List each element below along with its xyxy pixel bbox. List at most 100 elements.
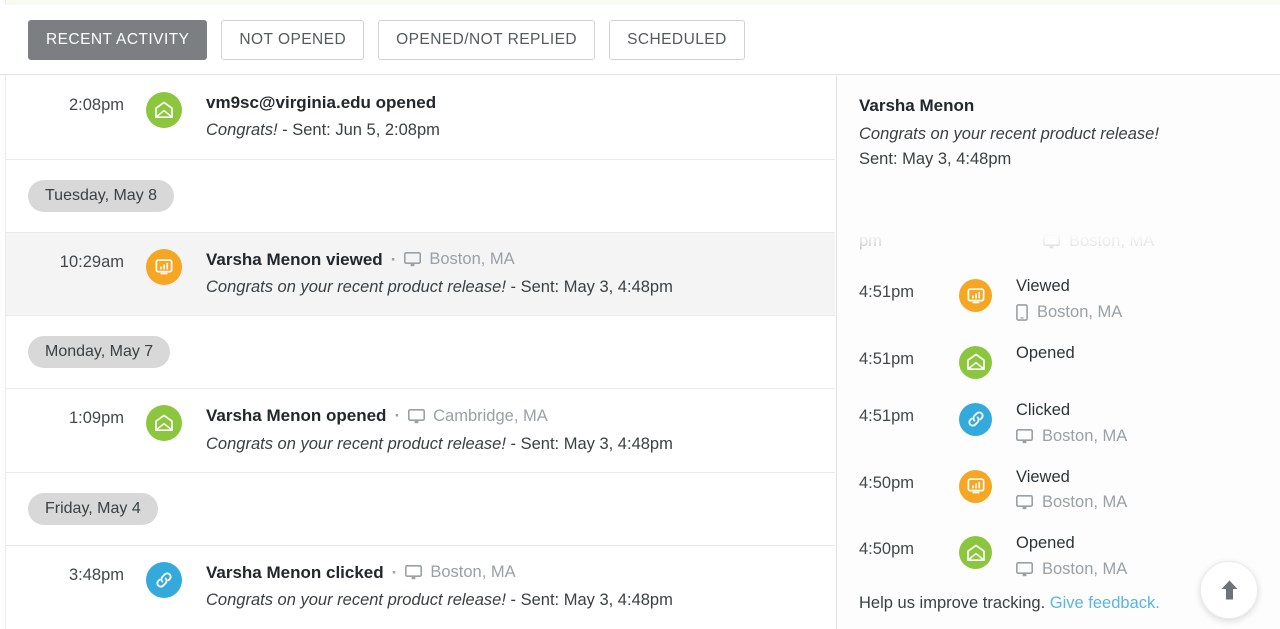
activity-row-time: 3:48pm — [68, 566, 124, 585]
detail-event-body: Clicked Boston, MA — [1016, 401, 1127, 446]
activity-row-body: vm9sc@virginia.edu opened Congrats! - Sen… — [206, 92, 440, 142]
activity-row-subtitle: Congrats on your recent product release!… — [206, 590, 673, 611]
filter-toolbar: RECENT ACTIVITY NOT OPENED OPENED/NOT REPL… — [0, 5, 1280, 75]
activity-email-subject: Congrats on your recent product release! — [206, 591, 506, 610]
detail-event-time: 4:50pm — [859, 473, 915, 492]
activity-row-body: Varsha Menon viewed · Boston, MA Congrats o… — [206, 249, 673, 299]
tracking-activity-app: RECENT ACTIVITY NOT OPENED OPENED/NOT REPL… — [0, 0, 1280, 629]
detail-contact-name: Varsha Menon — [859, 96, 975, 115]
activity-location-text: Boston, MA — [429, 250, 515, 268]
desktop-icon — [404, 251, 422, 267]
feedback-footer: Help us improve tracking. Give feedback. — [859, 594, 1160, 613]
viewed-monitor-icon — [966, 477, 986, 495]
activity-row[interactable]: 10:29am Varsha Menon viewed · Boston, MA Con… — [6, 232, 835, 317]
detail-event-location: Boston, MA — [1016, 560, 1127, 579]
date-chip: Friday, May 4 — [28, 493, 158, 526]
activity-row-title: vm9sc@virginia.edu opened — [206, 92, 440, 113]
filter-button-scheduled[interactable]: SCHEDULED — [609, 19, 745, 60]
activity-type-badge — [146, 562, 182, 599]
detail-event-label: Opened — [1016, 534, 1075, 553]
detail-event-time: 4:51pm — [859, 406, 915, 425]
activity-row-title: Varsha Menon viewed · Boston, MA — [206, 249, 673, 270]
detail-panel: pm Boston, MA Varsha Menon Congrats on y… — [836, 76, 1280, 629]
activity-sent-timestamp: - Sent: May 3, 4:48pm — [510, 591, 673, 610]
detail-event-body: Opened — [1016, 344, 1075, 364]
date-separator: Monday, May 7 — [6, 316, 835, 390]
detail-event-row[interactable]: 4:51pm Opened — [837, 333, 1280, 390]
activity-type-badge — [146, 405, 182, 442]
activity-location: Boston, MA — [404, 249, 515, 270]
detail-event-location-text: Boston, MA — [1042, 560, 1128, 579]
opened-envelope-icon — [154, 414, 174, 432]
activity-actor: Varsha Menon — [206, 406, 322, 426]
desktop-icon — [1016, 562, 1033, 577]
detail-header: Varsha Menon Congrats on your recent pro… — [837, 76, 1280, 179]
activity-row-body: Varsha Menon opened · Cambridge, MA Congrat… — [206, 405, 673, 455]
detail-peek-fade-mask — [837, 226, 1280, 248]
activity-actor: Varsha Menon — [206, 563, 322, 583]
activity-action: opened — [375, 93, 437, 112]
detail-event-body: Opened Boston, MA — [1016, 534, 1127, 579]
detail-event-badge — [959, 345, 992, 379]
filter-button-not-opened[interactable]: NOT OPENED — [221, 19, 365, 60]
filter-button-recent-activity[interactable]: RECENT ACTIVITY — [28, 19, 208, 60]
feedback-text: Help us improve tracking. — [859, 594, 1046, 612]
activity-row[interactable]: 1:09pm Varsha Menon opened · Cambridge, MA C… — [6, 389, 835, 474]
activity-sent-timestamp: - Sent: Jun 5, 2:08pm — [282, 121, 440, 140]
scroll-to-top-button[interactable] — [1200, 561, 1258, 619]
detail-event-badge — [959, 279, 992, 312]
activity-action: viewed — [326, 249, 383, 269]
activity-actor: Varsha Menon — [206, 249, 322, 269]
activity-row-time: 10:29am — [59, 252, 124, 271]
activity-feed[interactable]: 2:08pm vm9sc@virginia.edu opened Congrats!… — [6, 76, 835, 629]
detail-event-label: Opened — [1016, 343, 1075, 362]
detail-event-label: Clicked — [1016, 400, 1071, 419]
date-chip: Monday, May 7 — [28, 336, 171, 369]
detail-event-row[interactable]: 4:50pm Viewed Boston, MA — [837, 457, 1280, 524]
detail-event-location-text: Boston, MA — [1042, 426, 1128, 445]
detail-event-location: Boston, MA — [1016, 493, 1127, 512]
activity-row-time: 1:09pm — [68, 409, 124, 428]
detail-event-row[interactable]: 4:51pm Clicked Boston, MA — [837, 390, 1280, 457]
activity-sent-timestamp: - Sent: May 3, 4:48pm — [510, 434, 673, 453]
activity-location: Boston, MA — [405, 562, 516, 583]
detail-event-location-text: Boston, MA — [1037, 302, 1123, 321]
desktop-icon — [405, 565, 423, 580]
activity-email-subject: Congrats on your recent product release! — [206, 277, 506, 296]
opened-envelope-icon — [966, 353, 986, 371]
detail-event-list: 4:51pm Viewed Boston, MA 4:51pm Opened 4:51pm… — [837, 266, 1280, 590]
detail-event-label: Viewed — [1016, 467, 1070, 486]
activity-row-body: Varsha Menon clicked · Boston, MA Congrats … — [206, 562, 673, 612]
desktop-icon — [1016, 428, 1033, 444]
detail-event-time: 4:51pm — [859, 349, 915, 368]
activity-action: opened — [326, 406, 387, 426]
activity-sent-timestamp: - Sent: May 3, 4:48pm — [510, 277, 673, 296]
activity-type-badge — [146, 92, 182, 128]
title-dot-separator: · — [391, 563, 398, 583]
filter-button-group: RECENT ACTIVITY NOT OPENED OPENED/NOT REPL… — [28, 19, 745, 60]
activity-row-subtitle: Congrats on your recent product release!… — [206, 277, 673, 298]
clicked-link-icon — [966, 409, 986, 429]
activity-row[interactable]: 3:48pm Varsha Menon clicked · Boston, MA Con… — [6, 546, 835, 629]
mobile-icon — [1016, 303, 1028, 321]
activity-type-badge — [146, 248, 182, 285]
activity-row-time: 2:08pm — [68, 96, 124, 114]
detail-event-location: Boston, MA — [1016, 427, 1127, 446]
detail-event-row[interactable]: 4:51pm Viewed Boston, MA — [837, 266, 1280, 333]
activity-location: Cambridge, MA — [408, 406, 548, 427]
viewed-monitor-icon — [966, 287, 986, 305]
activity-row[interactable]: 2:08pm vm9sc@virginia.edu opened Congrats!… — [6, 76, 835, 160]
detail-event-time: 4:51pm — [859, 283, 915, 301]
give-feedback-link[interactable]: Give feedback. — [1050, 594, 1160, 612]
detail-event-badge — [959, 402, 992, 436]
date-separator: Tuesday, May 8 — [6, 159, 835, 233]
detail-event-body: Viewed Boston, MA — [1016, 468, 1127, 513]
activity-email-subject: Congrats! — [206, 121, 278, 140]
filter-button-opened-not-replied[interactable]: OPENED/NOT REPLIED — [378, 19, 596, 60]
activity-row-title: Varsha Menon clicked · Boston, MA — [206, 562, 673, 583]
title-dot-separator: · — [390, 249, 397, 269]
detail-event-time: 4:50pm — [859, 540, 915, 559]
activity-feed-list: 2:08pm vm9sc@virginia.edu opened Congrats!… — [6, 76, 835, 629]
viewed-monitor-icon — [154, 258, 174, 276]
detail-event-body: Viewed Boston, MA — [1016, 277, 1122, 322]
